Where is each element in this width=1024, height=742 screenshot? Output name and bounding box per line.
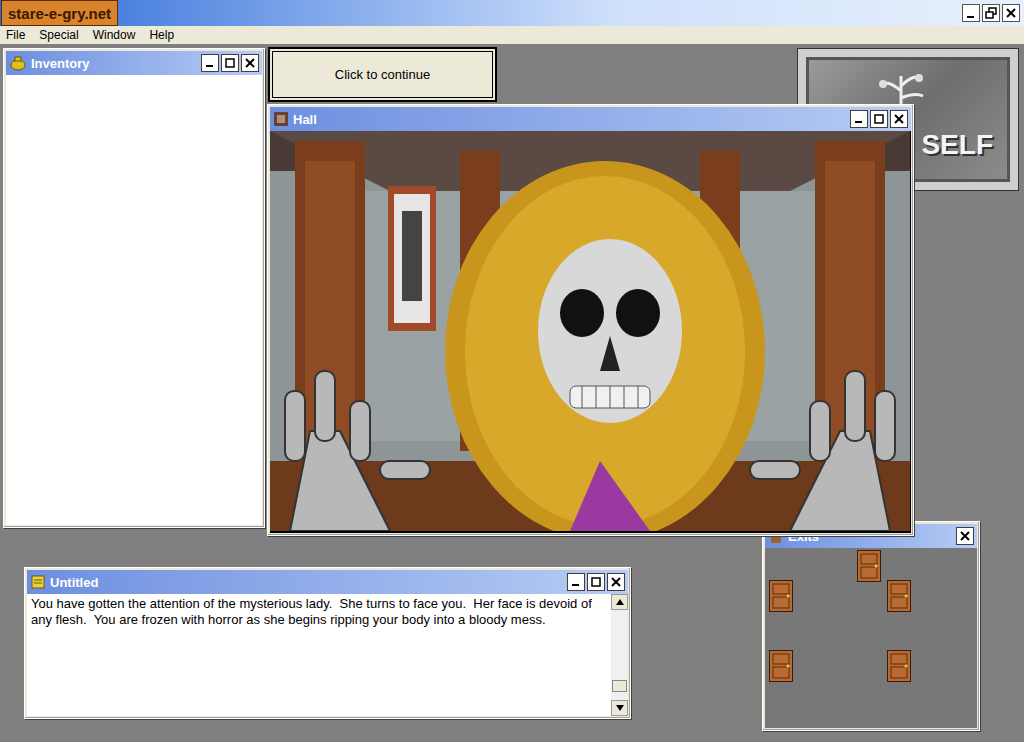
app-title-bar: stare-e-gry.net	[0, 0, 1024, 26]
title-bar[interactable]: Hall	[270, 107, 911, 131]
continue-button[interactable]: Click to continue	[268, 47, 497, 102]
max-button[interactable]	[982, 4, 1000, 22]
max-icon	[873, 113, 885, 125]
scrollbar[interactable]	[611, 594, 628, 716]
max-icon	[590, 576, 602, 588]
max-button[interactable]	[221, 54, 239, 72]
desktop: InventoryClick to continueSELFHallUntitl…	[0, 44, 1024, 742]
menu-item[interactable]: File	[6, 28, 25, 42]
logo: stare-e-gry.net	[1, 0, 118, 26]
close-icon	[959, 530, 971, 542]
min-icon	[853, 113, 865, 125]
scene-view[interactable]	[270, 131, 911, 533]
close-button[interactable]	[1002, 4, 1020, 22]
ghost-lady-icon	[270, 131, 910, 531]
min-button[interactable]	[850, 110, 868, 128]
close-icon	[1004, 6, 1018, 20]
exits-map	[765, 548, 977, 728]
door-icon[interactable]	[769, 650, 793, 682]
exits-window[interactable]: Exits	[762, 521, 980, 731]
scroll-thumb[interactable]	[612, 680, 627, 692]
menu-item[interactable]: Help	[149, 28, 174, 42]
scroll-up-button[interactable]	[611, 594, 628, 610]
inventory-list	[6, 75, 262, 525]
door-icon[interactable]	[887, 580, 911, 612]
title-bar[interactable]: Inventory	[6, 51, 262, 75]
menu-bar: File Special Window Help	[0, 26, 1024, 44]
arrow-up-icon	[616, 599, 624, 605]
door-icon[interactable]	[769, 580, 793, 612]
close-button[interactable]	[956, 527, 974, 545]
max-button[interactable]	[870, 110, 888, 128]
max-icon	[224, 57, 236, 69]
scene-window[interactable]: Hall	[267, 104, 914, 536]
min-button[interactable]	[201, 54, 219, 72]
text-window[interactable]: UntitledYou have gotten the attention of…	[24, 567, 631, 719]
close-button[interactable]	[890, 110, 908, 128]
title-bar[interactable]: Untitled	[27, 570, 628, 594]
inventory-window[interactable]: Inventory	[3, 48, 265, 528]
menu-item[interactable]: Window	[93, 28, 136, 42]
min-icon	[570, 576, 582, 588]
close-icon	[893, 113, 905, 125]
menu-item[interactable]: Special	[39, 28, 78, 42]
min-icon	[964, 6, 978, 20]
door-icon[interactable]	[857, 550, 881, 582]
door-icon[interactable]	[887, 650, 911, 682]
scroll-track[interactable]	[611, 610, 628, 700]
min-button[interactable]	[962, 4, 980, 22]
max-icon	[984, 6, 998, 20]
scroll-down-button[interactable]	[611, 700, 628, 716]
close-button[interactable]	[241, 54, 259, 72]
app-controls	[962, 4, 1020, 22]
message-text: You have gotten the attention of the mys…	[27, 594, 611, 716]
picture-icon	[273, 111, 289, 127]
screen: stare-e-gry.net File Special Window Help Inve…	[0, 0, 1024, 742]
bag-icon	[9, 55, 27, 71]
close-icon	[244, 57, 256, 69]
max-button[interactable]	[587, 573, 605, 591]
arrow-down-icon	[616, 705, 624, 711]
min-button[interactable]	[567, 573, 585, 591]
close-button[interactable]	[607, 573, 625, 591]
min-icon	[204, 57, 216, 69]
close-icon	[610, 576, 622, 588]
scroll-icon	[30, 574, 46, 590]
